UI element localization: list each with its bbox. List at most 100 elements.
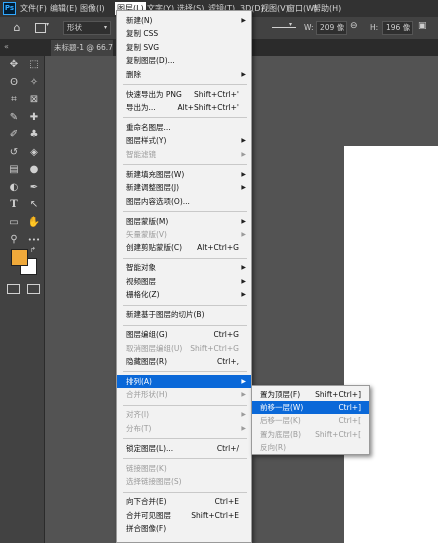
quick-mask-icon[interactable] [7, 284, 20, 294]
layer-menu-item[interactable]: 图层蒙版(M) ▶ [117, 215, 251, 228]
layer-menu-item[interactable]: 视频图层 ▶ [117, 275, 251, 288]
brush-icon[interactable]: ✐ [5, 127, 23, 143]
layer-menu-item[interactable]: 复制图层(D)... [117, 54, 251, 67]
menu-item-shortcut: Alt+Shift+Ctrl+' [177, 103, 239, 112]
layer-menu-item[interactable]: 矢量蒙版(V) ▶ [117, 228, 251, 241]
menu-edit[interactable]: 编辑(E) [50, 3, 77, 14]
submenu-arrow-icon: ▶ [241, 291, 246, 299]
crop-icon[interactable]: ⌗ [5, 92, 23, 108]
submenu-arrow-icon: ▶ [241, 411, 246, 419]
gradient-icon[interactable]: ▤ [5, 162, 23, 178]
document-tab[interactable]: 未标题-1 @ 66.7 [51, 40, 113, 56]
arrange-menu-item[interactable]: 置为底层(B) Shift+Ctrl+[ [252, 428, 369, 441]
hand-icon[interactable]: ✋ [25, 215, 43, 231]
layer-menu-item[interactable]: 复制 CSS [117, 27, 251, 40]
layer-menu-item[interactable]: 向下合并(E) Ctrl+E [117, 495, 251, 508]
layer-menu-item[interactable]: 导出为... Alt+Shift+Ctrl+' [117, 101, 251, 114]
magic-wand-icon[interactable]: ✧ [25, 75, 43, 91]
menu-item-label: 图层编组(G) [126, 330, 168, 340]
mode-select[interactable]: 形状 ▾ [63, 21, 111, 35]
height-field[interactable]: 196 像 [382, 21, 413, 35]
arrange-menu-item[interactable]: 反向(R) [252, 441, 369, 454]
mode-select-value: 形状 [67, 23, 82, 32]
layer-menu-item[interactable]: 图层编组(G) Ctrl+G [117, 328, 251, 341]
menu-item-label: 快速导出为 PNG [126, 89, 182, 99]
menu-separator [123, 211, 247, 212]
swap-colors-icon[interactable]: ↱ [30, 246, 36, 254]
link-icon[interactable]: ⊖ [350, 21, 358, 31]
layer-menu-item[interactable]: 新建(N) ▶ [117, 14, 251, 27]
blur-icon[interactable]: ● [25, 162, 43, 178]
history-brush-icon[interactable]: ↺ [5, 145, 23, 161]
layer-menu-item[interactable]: 新建调整图层(J) ▶ [117, 181, 251, 194]
chevron-down-icon: ▾ [103, 24, 107, 31]
menu-item-label: 新建基于图层的切片(B) [126, 310, 205, 320]
menu-item-label: 导出为... [126, 103, 156, 112]
menu-item-label: 矢量蒙版(V) [126, 230, 167, 239]
layer-menu-item[interactable]: 新建基于图层的切片(B) [117, 308, 251, 321]
layer-menu-item[interactable]: 智能滤镜 ▶ [117, 148, 251, 161]
layer-menu-item[interactable]: 隐藏图层(R) Ctrl+, [117, 355, 251, 368]
layer-menu-item[interactable]: 排列(A) ▶ [117, 375, 251, 388]
menu-item-shortcut: Shift+Ctrl+[ [315, 429, 361, 439]
path-operations-icon[interactable]: ▣ [418, 21, 427, 31]
screen-mode-icon[interactable] [27, 284, 40, 294]
foreground-color-swatch[interactable] [11, 249, 28, 266]
layer-menu-item[interactable]: 智能对象 ▶ [117, 261, 251, 274]
frame-icon[interactable]: ⊠ [25, 92, 43, 108]
stroke-type-icon[interactable] [272, 27, 296, 28]
menu-item-label: 向下合并(E) [126, 497, 167, 507]
submenu-arrow-icon: ▶ [241, 70, 246, 78]
layer-menu-item[interactable]: 快速导出为 PNG Shift+Ctrl+' [117, 88, 251, 101]
layer-menu-item[interactable]: 栅格化(Z) ▶ [117, 288, 251, 301]
arrange-menu-item[interactable]: 后移一层(K) Ctrl+[ [252, 414, 369, 427]
collapse-icon[interactable]: « [4, 42, 9, 51]
marquee-icon[interactable]: ⬚ [25, 57, 43, 73]
layer-menu-item[interactable]: 拼合图像(F) [117, 522, 251, 535]
layer-menu-dropdown: 新建(N) ▶ 复制 CSS 复制 SVG 复制图层(D)... 删除 ▶ 快速导出为 PNG… [116, 10, 252, 543]
menu-item-label: 图层蒙版(M) [126, 216, 169, 226]
path-select-icon[interactable]: ↖ [25, 197, 43, 213]
layer-menu-item[interactable]: 复制 SVG [117, 41, 251, 54]
menu-file[interactable]: 文件(F) [20, 3, 47, 14]
layer-menu-item[interactable]: 新建填充图层(W) ▶ [117, 168, 251, 181]
layer-menu-item[interactable]: 创建剪贴蒙版(C) Alt+Ctrl+G [117, 241, 251, 254]
layer-menu-item[interactable]: 取消图层编组(U) Shift+Ctrl+G [117, 342, 251, 355]
arrange-menu-item[interactable]: 前移一层(W) Ctrl+] [252, 401, 369, 415]
move-icon[interactable]: ✥ [5, 57, 23, 73]
healing-icon[interactable]: ✚ [25, 110, 43, 126]
menu-help[interactable]: 帮助(H) [313, 3, 341, 14]
menu-item-shortcut: Ctrl+, [216, 357, 239, 366]
width-field[interactable]: 209 像 [316, 21, 347, 35]
arrange-menu-item[interactable]: 置为顶层(F) Shift+Ctrl+] [252, 388, 369, 401]
eraser-icon[interactable]: ◈ [25, 145, 43, 161]
menu-separator [123, 458, 247, 460]
eyedropper-icon[interactable]: ✎ [5, 110, 23, 126]
tool-preset-picker[interactable]: ▾ [33, 21, 51, 35]
rectangle-icon[interactable]: ▭ [5, 215, 23, 231]
menu-item-shortcut: Shift+Ctrl+G [190, 343, 239, 353]
zoom-icon[interactable]: ⚲ [5, 232, 23, 248]
type-icon[interactable]: T [5, 197, 23, 213]
layer-menu-item[interactable]: 图层样式(Y) ▶ [117, 134, 251, 147]
layer-menu-item[interactable]: 锁定图层(L)... Ctrl+/ [117, 442, 251, 455]
layer-menu-item[interactable]: 图层内容选项(O)... [117, 195, 251, 208]
layer-menu-item[interactable]: 对齐(I) ▶ [117, 408, 251, 421]
stamp-icon[interactable]: ♣ [25, 127, 43, 143]
home-icon[interactable]: ⌂ [8, 20, 26, 36]
lasso-icon[interactable]: ʘ [5, 75, 23, 91]
layer-menu-item[interactable]: 选择链接图层(S) [117, 475, 251, 488]
menu-separator [123, 117, 247, 119]
layer-menu-item[interactable]: 删除 ▶ [117, 68, 251, 81]
layer-menu-item[interactable]: 合并形状(H) ▶ [117, 388, 251, 401]
menu-image[interactable]: 图像(I) [80, 3, 105, 14]
document-canvas[interactable] [344, 146, 438, 543]
dodge-icon[interactable]: ◐ [5, 180, 23, 196]
layer-menu-item[interactable]: 重命名图层... [117, 121, 251, 134]
menu-item-label: 删除 [126, 69, 141, 79]
pen-icon[interactable]: ✒ [25, 180, 43, 196]
layer-menu-item[interactable]: 分布(T) ▶ [117, 422, 251, 435]
layer-menu-item[interactable]: 合并可见图层 Shift+Ctrl+E [117, 509, 251, 522]
menu-view[interactable]: 视图(V) [261, 3, 289, 14]
layer-menu-item[interactable]: 链接图层(K) [117, 462, 251, 475]
